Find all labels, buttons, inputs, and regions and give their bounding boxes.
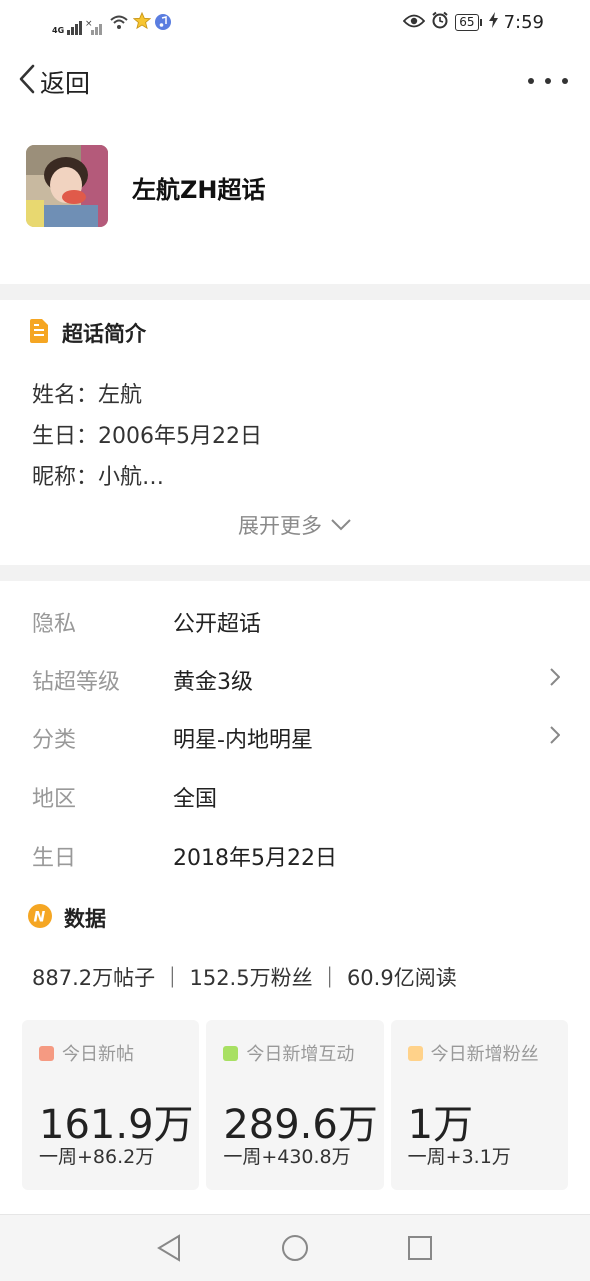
topic-avatar[interactable] (26, 145, 108, 227)
expand-more-button[interactable]: 展开更多 (0, 510, 590, 540)
intro-line: 姓名：左航 (32, 383, 143, 408)
card-label-text: 今日新增互动 (246, 1044, 355, 1065)
more-button[interactable] (528, 66, 568, 96)
stat-card-interactions: 今日新增互动 289.6万 一周+430.8万 (206, 1020, 384, 1190)
info-value: 公开超话 (173, 612, 262, 637)
stats-summary: 887.2万帖子 ｜ 152.5万粉丝 ｜ 60.9亿阅读 (32, 966, 457, 990)
card-label: 今日新帖 (39, 1040, 134, 1066)
wifi-icon (109, 14, 129, 35)
card-swatch (223, 1045, 239, 1061)
chevron-right-icon (550, 668, 561, 690)
card-week-change: 一周+430.8万 (223, 1146, 351, 1168)
more-icon-dot (545, 78, 551, 84)
info-row-level[interactable]: 钻超等级 黄金3级 (0, 650, 590, 708)
topic-header: 左航ZH超话 (0, 140, 590, 240)
data-section-title: N 数据 (28, 903, 106, 933)
card-label: 今日新增互动 (223, 1040, 354, 1066)
info-value: 黄金3级 (173, 670, 253, 695)
stat-card-new-fans: 今日新增粉丝 1万 一周+3.1万 (390, 1020, 568, 1190)
eye-icon (403, 12, 426, 33)
chevron-left-icon (18, 63, 36, 101)
intro-title-label: 超话简介 (62, 322, 146, 346)
clock-time: 7:59 (503, 12, 544, 33)
system-nav-bar (0, 1214, 590, 1281)
data-icon: N (28, 903, 52, 933)
status-left: 4G × (52, 11, 172, 35)
nav-home-icon[interactable] (280, 1233, 310, 1267)
stat-cards: 今日新帖 161.9万 一周+86.2万 今日新增互动 289.6万 一周+43… (22, 1020, 568, 1190)
info-row-birthday: 生日 2018年5月22日 (0, 826, 590, 884)
info-row-region: 地区 全国 (0, 767, 590, 825)
info-row-category[interactable]: 分类 明星-内地明星 (0, 708, 590, 766)
back-label: 返回 (40, 69, 91, 98)
info-row-privacy: 隐私 公开超话 (0, 592, 590, 650)
info-label: 生日 (32, 846, 77, 871)
status-bar: 4G × 65 7:59 (0, 0, 590, 44)
alarm-icon (431, 11, 449, 34)
card-label-text: 今日新增粉丝 (430, 1044, 539, 1065)
section-divider (0, 565, 590, 581)
card-label: 今日新增粉丝 (407, 1040, 539, 1066)
signal-icon: 4G × (52, 19, 105, 35)
card-label-text: 今日新帖 (62, 1044, 134, 1065)
info-value: 2018年5月22日 (173, 846, 337, 871)
svg-text:×: × (85, 19, 93, 29)
expand-more-label: 展开更多 (238, 514, 322, 538)
section-divider (0, 284, 590, 300)
intro-content: 姓名：左航 生日：2006年5月22日 昵称：小航… (32, 375, 262, 498)
more-icon-dot (528, 78, 534, 84)
top-nav-bar: 返回 (0, 52, 590, 112)
chevron-right-icon (550, 726, 561, 748)
intro-line: 昵称：小航… (32, 465, 165, 490)
status-right: 65 7:59 (403, 11, 544, 34)
info-label: 钻超等级 (32, 670, 121, 695)
intro-section-title: 超话简介 (28, 318, 146, 348)
music-icon (155, 14, 172, 35)
info-value: 全国 (173, 787, 218, 812)
star-icon (132, 11, 152, 35)
info-label: 分类 (32, 728, 77, 753)
svg-text:N: N (34, 909, 46, 925)
network-type-label: 4G (52, 26, 65, 35)
info-value: 明星-内地明星 (173, 728, 313, 753)
info-label: 隐私 (32, 612, 77, 637)
card-week-change: 一周+86.2万 (39, 1146, 155, 1168)
card-swatch (407, 1045, 423, 1061)
data-title-label: 数据 (64, 907, 106, 931)
card-week-change: 一周+3.1万 (407, 1146, 511, 1168)
nav-back-icon[interactable] (155, 1233, 183, 1267)
battery-icon: 65 (455, 14, 482, 31)
chevron-down-icon (330, 513, 352, 537)
charging-icon (488, 12, 498, 33)
topic-name: 左航ZH超话 (132, 176, 266, 204)
intro-line: 生日：2006年5月22日 (32, 424, 262, 449)
battery-level: 65 (459, 15, 475, 29)
info-label: 地区 (32, 787, 77, 812)
stat-card-new-posts: 今日新帖 161.9万 一周+86.2万 (22, 1020, 200, 1190)
nav-recents-icon[interactable] (406, 1233, 434, 1267)
more-icon-dot (562, 78, 568, 84)
back-button[interactable]: 返回 (18, 64, 90, 100)
card-swatch (39, 1045, 54, 1061)
document-icon (28, 318, 50, 348)
